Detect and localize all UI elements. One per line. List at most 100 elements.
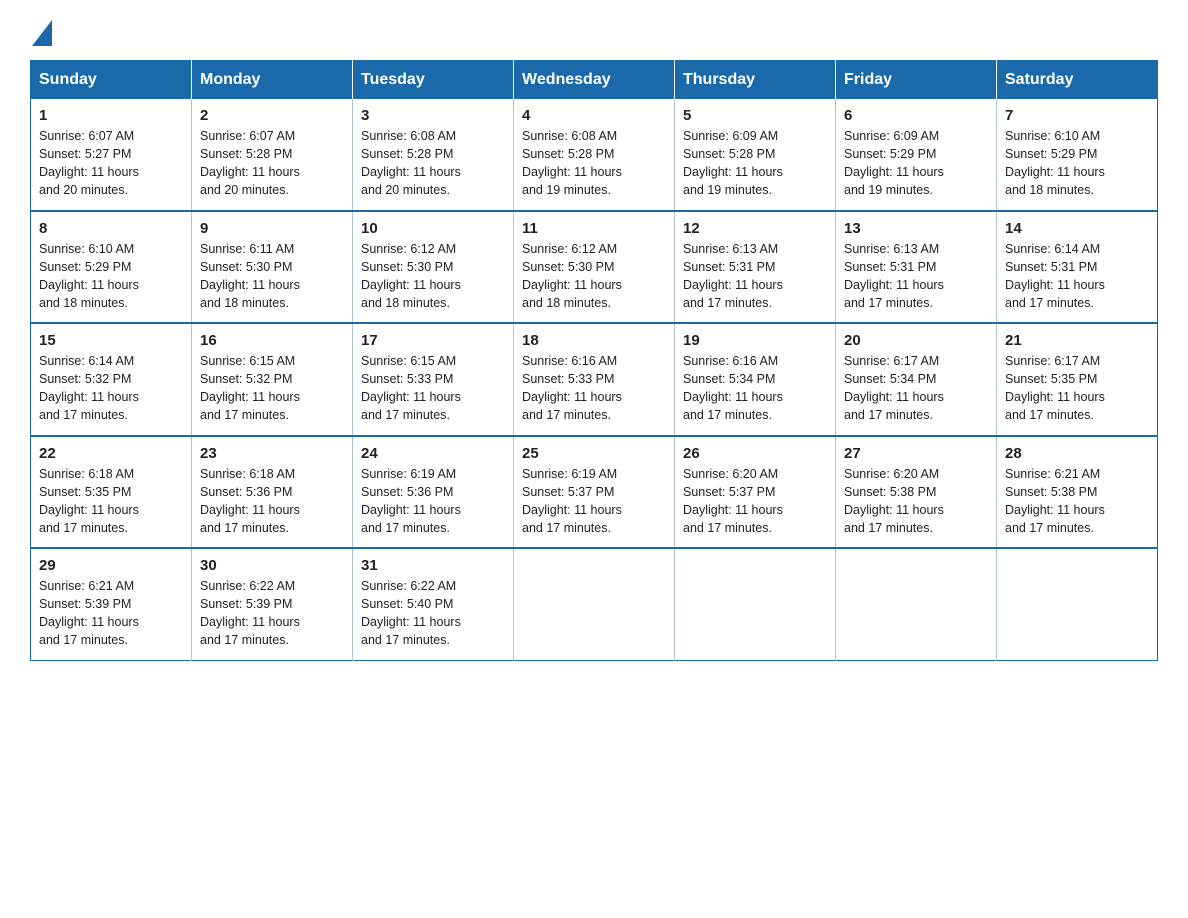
calendar-cell: 25 Sunrise: 6:19 AM Sunset: 5:37 PM Dayl… bbox=[514, 436, 675, 549]
calendar-cell: 15 Sunrise: 6:14 AM Sunset: 5:32 PM Dayl… bbox=[31, 323, 192, 436]
day-info: Sunrise: 6:15 AM Sunset: 5:32 PM Dayligh… bbox=[200, 352, 344, 425]
day-info: Sunrise: 6:11 AM Sunset: 5:30 PM Dayligh… bbox=[200, 240, 344, 313]
weekday-header-thursday: Thursday bbox=[675, 61, 836, 100]
day-info: Sunrise: 6:08 AM Sunset: 5:28 PM Dayligh… bbox=[522, 127, 666, 200]
day-number: 16 bbox=[200, 332, 344, 349]
page-header bbox=[30, 20, 1158, 42]
calendar-cell: 16 Sunrise: 6:15 AM Sunset: 5:32 PM Dayl… bbox=[192, 323, 353, 436]
day-info: Sunrise: 6:13 AM Sunset: 5:31 PM Dayligh… bbox=[683, 240, 827, 313]
day-number: 4 bbox=[522, 107, 666, 124]
calendar-cell bbox=[997, 548, 1158, 660]
day-number: 18 bbox=[522, 332, 666, 349]
day-number: 10 bbox=[361, 220, 505, 237]
day-number: 6 bbox=[844, 107, 988, 124]
day-info: Sunrise: 6:10 AM Sunset: 5:29 PM Dayligh… bbox=[1005, 127, 1149, 200]
calendar-cell: 2 Sunrise: 6:07 AM Sunset: 5:28 PM Dayli… bbox=[192, 99, 353, 211]
day-number: 23 bbox=[200, 445, 344, 462]
day-info: Sunrise: 6:20 AM Sunset: 5:37 PM Dayligh… bbox=[683, 465, 827, 538]
day-number: 15 bbox=[39, 332, 183, 349]
calendar-cell: 31 Sunrise: 6:22 AM Sunset: 5:40 PM Dayl… bbox=[353, 548, 514, 660]
day-number: 13 bbox=[844, 220, 988, 237]
calendar-cell: 20 Sunrise: 6:17 AM Sunset: 5:34 PM Dayl… bbox=[836, 323, 997, 436]
weekday-header-sunday: Sunday bbox=[31, 61, 192, 100]
day-number: 1 bbox=[39, 107, 183, 124]
day-info: Sunrise: 6:18 AM Sunset: 5:35 PM Dayligh… bbox=[39, 465, 183, 538]
calendar-week-row: 8 Sunrise: 6:10 AM Sunset: 5:29 PM Dayli… bbox=[31, 211, 1158, 324]
calendar-cell bbox=[675, 548, 836, 660]
day-number: 5 bbox=[683, 107, 827, 124]
day-number: 3 bbox=[361, 107, 505, 124]
day-number: 17 bbox=[361, 332, 505, 349]
day-info: Sunrise: 6:07 AM Sunset: 5:27 PM Dayligh… bbox=[39, 127, 183, 200]
day-info: Sunrise: 6:14 AM Sunset: 5:31 PM Dayligh… bbox=[1005, 240, 1149, 313]
calendar-cell: 24 Sunrise: 6:19 AM Sunset: 5:36 PM Dayl… bbox=[353, 436, 514, 549]
day-number: 31 bbox=[361, 557, 505, 574]
day-info: Sunrise: 6:15 AM Sunset: 5:33 PM Dayligh… bbox=[361, 352, 505, 425]
calendar-cell: 14 Sunrise: 6:14 AM Sunset: 5:31 PM Dayl… bbox=[997, 211, 1158, 324]
calendar-cell: 3 Sunrise: 6:08 AM Sunset: 5:28 PM Dayli… bbox=[353, 99, 514, 211]
day-number: 2 bbox=[200, 107, 344, 124]
weekday-header-row: SundayMondayTuesdayWednesdayThursdayFrid… bbox=[31, 61, 1158, 100]
day-info: Sunrise: 6:18 AM Sunset: 5:36 PM Dayligh… bbox=[200, 465, 344, 538]
day-number: 12 bbox=[683, 220, 827, 237]
calendar-cell: 23 Sunrise: 6:18 AM Sunset: 5:36 PM Dayl… bbox=[192, 436, 353, 549]
day-info: Sunrise: 6:14 AM Sunset: 5:32 PM Dayligh… bbox=[39, 352, 183, 425]
calendar-cell: 7 Sunrise: 6:10 AM Sunset: 5:29 PM Dayli… bbox=[997, 99, 1158, 211]
day-info: Sunrise: 6:08 AM Sunset: 5:28 PM Dayligh… bbox=[361, 127, 505, 200]
calendar-cell: 18 Sunrise: 6:16 AM Sunset: 5:33 PM Dayl… bbox=[514, 323, 675, 436]
day-number: 11 bbox=[522, 220, 666, 237]
weekday-header-monday: Monday bbox=[192, 61, 353, 100]
weekday-header-tuesday: Tuesday bbox=[353, 61, 514, 100]
day-info: Sunrise: 6:09 AM Sunset: 5:29 PM Dayligh… bbox=[844, 127, 988, 200]
calendar-cell: 12 Sunrise: 6:13 AM Sunset: 5:31 PM Dayl… bbox=[675, 211, 836, 324]
day-number: 29 bbox=[39, 557, 183, 574]
calendar-cell: 1 Sunrise: 6:07 AM Sunset: 5:27 PM Dayli… bbox=[31, 99, 192, 211]
calendar-cell bbox=[836, 548, 997, 660]
weekday-header-friday: Friday bbox=[836, 61, 997, 100]
day-number: 28 bbox=[1005, 445, 1149, 462]
day-info: Sunrise: 6:10 AM Sunset: 5:29 PM Dayligh… bbox=[39, 240, 183, 313]
day-number: 21 bbox=[1005, 332, 1149, 349]
calendar-cell: 22 Sunrise: 6:18 AM Sunset: 5:35 PM Dayl… bbox=[31, 436, 192, 549]
calendar-cell: 8 Sunrise: 6:10 AM Sunset: 5:29 PM Dayli… bbox=[31, 211, 192, 324]
day-number: 26 bbox=[683, 445, 827, 462]
day-info: Sunrise: 6:09 AM Sunset: 5:28 PM Dayligh… bbox=[683, 127, 827, 200]
weekday-header-saturday: Saturday bbox=[997, 61, 1158, 100]
day-info: Sunrise: 6:20 AM Sunset: 5:38 PM Dayligh… bbox=[844, 465, 988, 538]
day-number: 14 bbox=[1005, 220, 1149, 237]
day-info: Sunrise: 6:16 AM Sunset: 5:34 PM Dayligh… bbox=[683, 352, 827, 425]
day-number: 27 bbox=[844, 445, 988, 462]
day-number: 20 bbox=[844, 332, 988, 349]
day-info: Sunrise: 6:22 AM Sunset: 5:39 PM Dayligh… bbox=[200, 577, 344, 650]
day-info: Sunrise: 6:21 AM Sunset: 5:39 PM Dayligh… bbox=[39, 577, 183, 650]
day-info: Sunrise: 6:22 AM Sunset: 5:40 PM Dayligh… bbox=[361, 577, 505, 650]
day-info: Sunrise: 6:07 AM Sunset: 5:28 PM Dayligh… bbox=[200, 127, 344, 200]
calendar-cell: 5 Sunrise: 6:09 AM Sunset: 5:28 PM Dayli… bbox=[675, 99, 836, 211]
day-info: Sunrise: 6:12 AM Sunset: 5:30 PM Dayligh… bbox=[522, 240, 666, 313]
logo bbox=[30, 20, 52, 42]
calendar-cell: 19 Sunrise: 6:16 AM Sunset: 5:34 PM Dayl… bbox=[675, 323, 836, 436]
weekday-header-wednesday: Wednesday bbox=[514, 61, 675, 100]
day-number: 9 bbox=[200, 220, 344, 237]
day-number: 7 bbox=[1005, 107, 1149, 124]
day-number: 25 bbox=[522, 445, 666, 462]
calendar-cell: 9 Sunrise: 6:11 AM Sunset: 5:30 PM Dayli… bbox=[192, 211, 353, 324]
calendar-cell: 13 Sunrise: 6:13 AM Sunset: 5:31 PM Dayl… bbox=[836, 211, 997, 324]
day-number: 24 bbox=[361, 445, 505, 462]
calendar-cell: 27 Sunrise: 6:20 AM Sunset: 5:38 PM Dayl… bbox=[836, 436, 997, 549]
day-info: Sunrise: 6:13 AM Sunset: 5:31 PM Dayligh… bbox=[844, 240, 988, 313]
calendar-cell bbox=[514, 548, 675, 660]
day-number: 8 bbox=[39, 220, 183, 237]
day-number: 19 bbox=[683, 332, 827, 349]
calendar-cell: 4 Sunrise: 6:08 AM Sunset: 5:28 PM Dayli… bbox=[514, 99, 675, 211]
day-info: Sunrise: 6:19 AM Sunset: 5:37 PM Dayligh… bbox=[522, 465, 666, 538]
day-info: Sunrise: 6:19 AM Sunset: 5:36 PM Dayligh… bbox=[361, 465, 505, 538]
day-info: Sunrise: 6:12 AM Sunset: 5:30 PM Dayligh… bbox=[361, 240, 505, 313]
calendar-cell: 17 Sunrise: 6:15 AM Sunset: 5:33 PM Dayl… bbox=[353, 323, 514, 436]
calendar-cell: 21 Sunrise: 6:17 AM Sunset: 5:35 PM Dayl… bbox=[997, 323, 1158, 436]
day-number: 22 bbox=[39, 445, 183, 462]
calendar-week-row: 29 Sunrise: 6:21 AM Sunset: 5:39 PM Dayl… bbox=[31, 548, 1158, 660]
day-info: Sunrise: 6:17 AM Sunset: 5:35 PM Dayligh… bbox=[1005, 352, 1149, 425]
day-info: Sunrise: 6:17 AM Sunset: 5:34 PM Dayligh… bbox=[844, 352, 988, 425]
calendar-week-row: 1 Sunrise: 6:07 AM Sunset: 5:27 PM Dayli… bbox=[31, 99, 1158, 211]
